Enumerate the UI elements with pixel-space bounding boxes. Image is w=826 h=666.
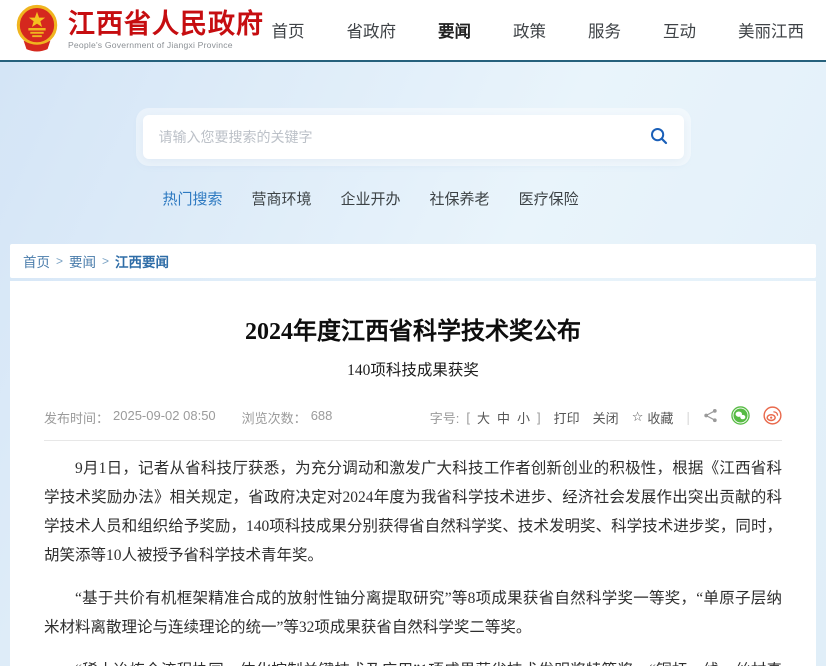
font-size-label: 字号: (430, 408, 460, 427)
wechat-icon (731, 406, 750, 428)
hot-search-item-business[interactable]: 营商环境 (252, 188, 312, 209)
site-subtitle: People's Government of Jiangxi Province (68, 40, 264, 50)
meta-divider: | (686, 409, 690, 425)
star-icon: ☆ (632, 409, 644, 425)
article-card: 2024年度江西省科学技术奖公布 140项科技成果获奖 发布时间： 2025-0… (10, 281, 816, 666)
breadcrumb-home[interactable]: 首页 (23, 251, 50, 271)
search-icon (650, 127, 668, 148)
bracket-open: [ (466, 410, 470, 425)
nav-item-news[interactable]: 要闻 (438, 18, 471, 42)
article-body: 9月1日，记者从省科技厅获悉，为充分调动和激发广大科技工作者创新创业的积极性，根… (44, 454, 782, 666)
breadcrumb-news[interactable]: 要闻 (69, 251, 96, 271)
font-size-large-button[interactable]: 大 (477, 408, 490, 427)
nav-item-home[interactable]: 首页 (272, 18, 305, 42)
hot-search-item-medical[interactable]: 医疗保险 (519, 188, 579, 209)
breadcrumb-separator: > (102, 254, 109, 268)
search-box (143, 115, 684, 159)
weibo-share-button[interactable] (763, 406, 782, 428)
article-meta: 发布时间： 2025-09-02 08:50 浏览次数： 688 字号: [ 大… (44, 406, 782, 441)
bracket-close: ] (537, 410, 541, 425)
share-button[interactable] (703, 408, 718, 426)
print-button[interactable]: 打印 (554, 408, 580, 427)
view-count-value: 688 (311, 408, 333, 427)
breadcrumb-current: 江西要闻 (115, 251, 169, 271)
article-subtitle: 140项科技成果获奖 (44, 358, 782, 380)
hot-search-row: 热门搜索 营商环境 企业开办 社保养老 医疗保险 (143, 188, 684, 209)
publish-time-value: 2025-09-02 08:50 (113, 408, 216, 427)
site-title: 江西省人民政府 (68, 10, 264, 38)
national-emblem-icon (14, 4, 60, 57)
search-input[interactable] (143, 115, 634, 159)
breadcrumb-separator: > (56, 254, 63, 268)
favorite-label: 收藏 (647, 408, 673, 427)
wechat-share-button[interactable] (731, 406, 750, 428)
article-paragraph: 9月1日，记者从省科技厅获悉，为充分调动和激发广大科技工作者创新创业的积极性，根… (44, 454, 782, 570)
favorite-button[interactable]: ☆ 收藏 (632, 408, 674, 427)
nav-item-government[interactable]: 省政府 (347, 18, 397, 42)
font-size-small-button[interactable]: 小 (517, 408, 530, 427)
article-title: 2024年度江西省科学技术奖公布 (44, 311, 782, 346)
publish-time-label: 发布时间： (44, 408, 109, 427)
font-size-control: 字号: [ 大 中 小 ] (430, 408, 541, 427)
view-count-label: 浏览次数： (242, 408, 307, 427)
nav-item-interaction[interactable]: 互动 (663, 18, 696, 42)
site-header: 江西省人民政府 People's Government of Jiangxi P… (0, 0, 826, 62)
search-button[interactable] (634, 115, 684, 159)
hot-search-item-enterprise[interactable]: 企业开办 (341, 188, 401, 209)
font-size-medium-button[interactable]: 中 (497, 408, 510, 427)
share-icon (703, 408, 718, 426)
nav-item-policy[interactable]: 政策 (513, 18, 546, 42)
article-paragraph: “基于共价有机框架精准合成的放射性铀分离提取研究”等8项成果获省自然科学奖一等奖… (44, 584, 782, 642)
site-logo[interactable]: 江西省人民政府 People's Government of Jiangxi P… (14, 4, 264, 57)
hot-search-label: 热门搜索 (163, 188, 223, 209)
breadcrumb: 首页 > 要闻 > 江西要闻 (10, 244, 816, 278)
nav-item-services[interactable]: 服务 (588, 18, 621, 42)
search-banner: 热门搜索 营商环境 企业开办 社保养老 医疗保险 (0, 62, 826, 244)
article-paragraph: “稀土冶炼全流程协同一体化控制关键技术及应用”1项成果获省技术发明奖特等奖，“铜… (44, 656, 782, 666)
nav-item-beautiful-jiangxi[interactable]: 美丽江西 (738, 18, 804, 42)
hot-search-item-pension[interactable]: 社保养老 (430, 188, 490, 209)
weibo-icon (763, 406, 782, 428)
close-button[interactable]: 关闭 (593, 408, 619, 427)
main-nav: 首页 省政府 要闻 政策 服务 互动 美丽江西 (272, 18, 805, 42)
